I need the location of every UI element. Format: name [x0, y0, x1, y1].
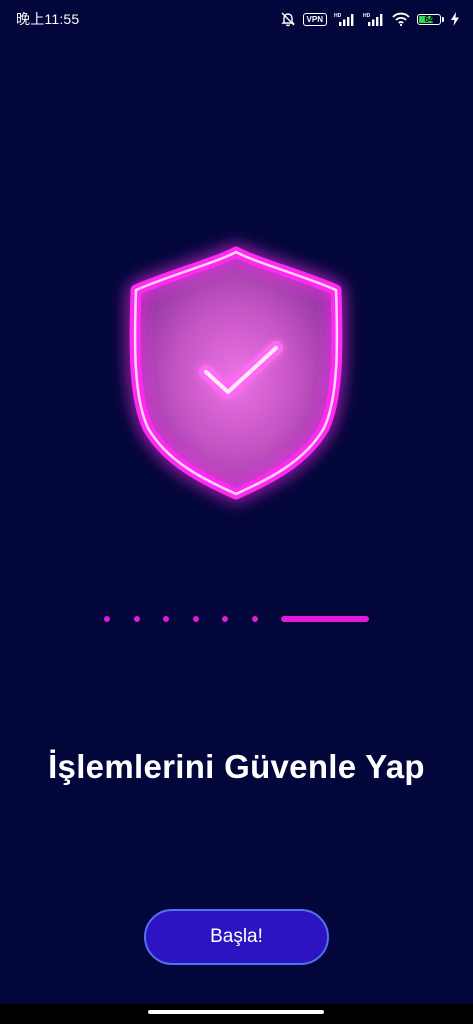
page-dot[interactable]: [252, 616, 258, 622]
svg-text:HD: HD: [363, 13, 371, 19]
shield-check-icon: [106, 228, 366, 518]
status-time: 晚上11:55: [16, 11, 80, 27]
charging-icon: [451, 12, 459, 26]
vpn-icon: VPN: [302, 12, 327, 26]
onboarding-title: İşlemlerini Güvenle Yap: [48, 748, 425, 785]
status-icons: VPN HD HD 64: [280, 11, 459, 27]
navigation-bar: [0, 1004, 473, 1024]
home-indicator[interactable]: [148, 1010, 324, 1014]
wifi-icon: [392, 12, 410, 26]
mute-bell-icon: [280, 12, 295, 27]
page-dot[interactable]: [222, 616, 228, 622]
signal-icon: HD: [334, 13, 354, 26]
status-bar: 晚上11:55 VPN HD HD 64: [0, 0, 473, 38]
start-button[interactable]: Başla!: [144, 909, 329, 965]
battery-level: 64: [424, 14, 434, 24]
page-dot[interactable]: [134, 616, 140, 622]
page-dot-active[interactable]: [281, 616, 369, 622]
page-dot[interactable]: [104, 616, 110, 622]
battery-icon: 64: [417, 13, 444, 25]
page-dot[interactable]: [163, 616, 169, 622]
page-indicator: [0, 612, 473, 626]
page-dot[interactable]: [193, 616, 199, 622]
signal-icon-2: HD: [363, 13, 383, 26]
svg-text:HD: HD: [334, 13, 342, 19]
